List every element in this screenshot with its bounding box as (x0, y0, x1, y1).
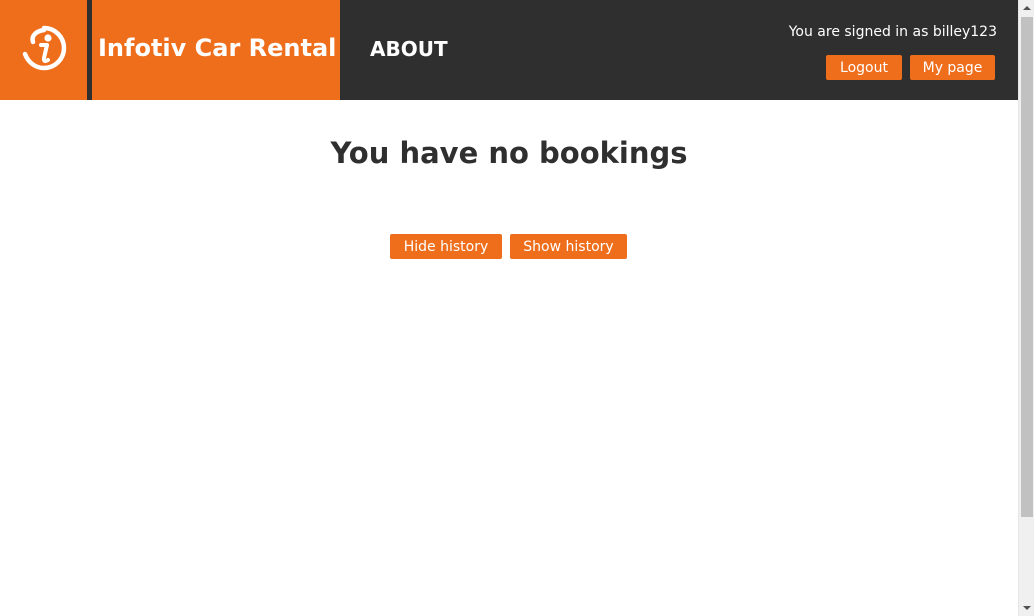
hide-history-button[interactable]: Hide history (390, 234, 502, 259)
scroll-down-arrow-icon[interactable] (1019, 600, 1034, 616)
brand-title: Infotiv Car Rental (98, 34, 337, 62)
scroll-up-arrow-icon[interactable] (1019, 0, 1034, 16)
page-title: You have no bookings (330, 136, 688, 170)
top-header: Infotiv Car Rental ABOUT You are signed … (0, 0, 1018, 100)
logout-button[interactable]: Logout (826, 55, 902, 80)
scrollbar-thumb[interactable] (1021, 17, 1033, 517)
nav-about-link[interactable]: ABOUT (370, 37, 448, 61)
page: Infotiv Car Rental ABOUT You are signed … (0, 0, 1034, 616)
logo-link[interactable] (0, 0, 87, 100)
brand-link[interactable]: Infotiv Car Rental (92, 0, 340, 100)
signed-in-status: You are signed in as billey123 (788, 24, 997, 40)
vertical-scrollbar[interactable] (1018, 0, 1034, 616)
infotiv-logo-icon (20, 24, 68, 76)
show-history-button[interactable]: Show history (510, 234, 627, 259)
my-page-button[interactable]: My page (910, 55, 995, 80)
